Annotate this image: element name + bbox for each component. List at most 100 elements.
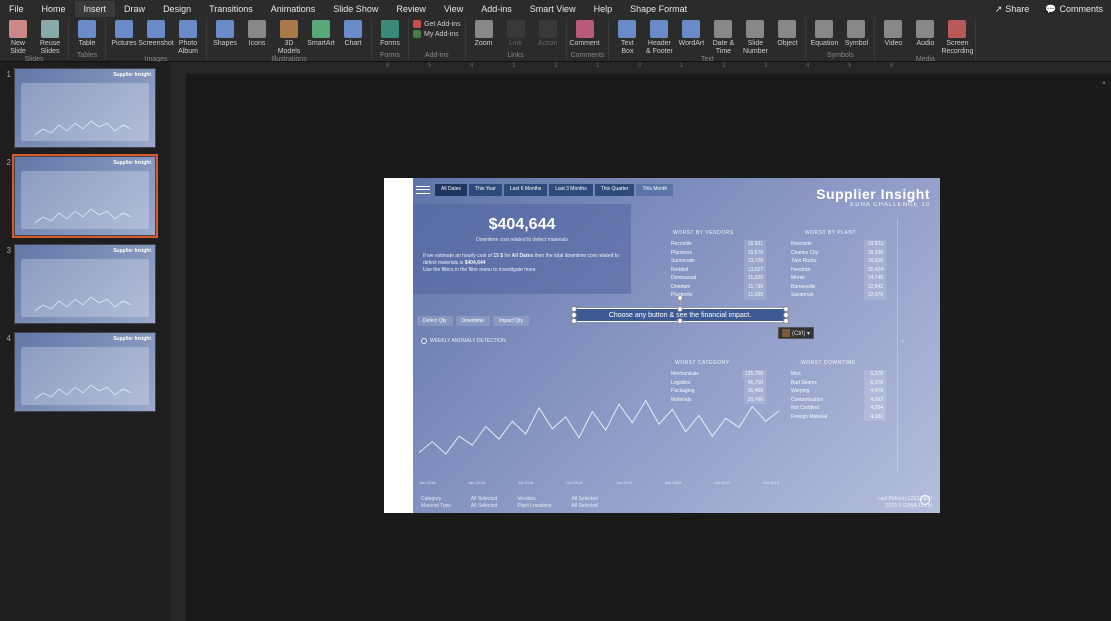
slide-thumbnail-2[interactable]: Supplier Insight bbox=[14, 156, 156, 236]
vertical-scrollbar[interactable]: ▴ bbox=[1099, 78, 1109, 619]
date-filter-tab[interactable]: Last 3 Months bbox=[549, 184, 592, 196]
ribbon-3d-models-button[interactable]: 3D Models bbox=[275, 20, 303, 55]
anomaly-chart bbox=[419, 393, 779, 475]
ribbon-wordart-button[interactable]: WordArt bbox=[677, 20, 705, 48]
ribbon-chart-button[interactable]: Chart bbox=[339, 20, 367, 48]
date-filter-tab[interactable]: This Quarter bbox=[595, 184, 635, 196]
selected-textbox[interactable]: Choose any button & see the financial im… bbox=[573, 308, 787, 322]
menu-tab-help[interactable]: Help bbox=[585, 1, 622, 17]
ribbon-pictures-button[interactable]: Pictures bbox=[110, 20, 138, 48]
date-filter-tab[interactable]: This Year bbox=[469, 184, 502, 196]
ribbon-group-label: Links bbox=[470, 51, 562, 59]
chevron-left-icon[interactable]: ‹ bbox=[902, 338, 904, 345]
slide-wrapper: All DatesThis YearLast 6 MonthsLast 3 Mo… bbox=[384, 178, 940, 513]
ribbon-video-button[interactable]: Video bbox=[879, 20, 907, 48]
ribbon-zoom-button[interactable]: Zoom bbox=[470, 20, 498, 48]
ribbon-reuse-slides-button[interactable]: Reuse Slides bbox=[36, 20, 64, 55]
menu-tab-add-ins[interactable]: Add-ins bbox=[472, 1, 521, 17]
slide-canvas-area[interactable]: 6543210123456 All DatesThis YearLast 6 M… bbox=[186, 62, 1111, 621]
ribbon-object-button[interactable]: Object bbox=[773, 20, 801, 48]
menu-tab-file[interactable]: File bbox=[0, 1, 33, 17]
ribbon-equation-button[interactable]: Equation bbox=[810, 20, 838, 48]
ruler-tick: 4 bbox=[806, 63, 809, 69]
menu-tab-home[interactable]: Home bbox=[33, 1, 75, 17]
ruler-tick: 2 bbox=[554, 63, 557, 69]
footer-column: All SelectedAll Selected bbox=[471, 496, 497, 509]
ribbon-audio-button[interactable]: Audio bbox=[911, 20, 939, 48]
downtime-list: Misc5,378Bad Seams5,178Warping4,479Conta… bbox=[791, 370, 886, 421]
axis-tick: Jan 2019 bbox=[616, 480, 632, 485]
ribbon-smartart-button[interactable]: SmartArt bbox=[307, 20, 335, 48]
dashboard-topbar: All DatesThis YearLast 6 MonthsLast 3 Mo… bbox=[413, 184, 673, 196]
info-icon[interactable]: i bbox=[920, 495, 930, 505]
resize-handle[interactable] bbox=[677, 318, 683, 324]
ribbon-shapes-button[interactable]: Shapes bbox=[211, 20, 239, 48]
metric-tab[interactable]: Impact Qty bbox=[493, 316, 529, 326]
ribbon-table-button[interactable]: Table bbox=[73, 20, 101, 48]
slide-thumbnail-1[interactable]: Supplier Insight bbox=[14, 68, 156, 148]
metric-tab[interactable]: Defect Qty bbox=[417, 316, 453, 326]
list-item: Dentowood11,929 bbox=[671, 274, 766, 283]
resize-handle[interactable] bbox=[571, 318, 577, 324]
ribbon-new-slide-button[interactable]: New Slide bbox=[4, 20, 32, 55]
list-item: Charles City18,298 bbox=[791, 249, 886, 258]
ribbon-my-add-ins-button[interactable]: My Add-ins bbox=[413, 30, 461, 38]
ruler-tick: 1 bbox=[680, 63, 683, 69]
menu-tab-shape-format[interactable]: Shape Format bbox=[621, 1, 696, 17]
ribbon-text-box-button[interactable]: Text Box bbox=[613, 20, 641, 55]
hamburger-icon[interactable] bbox=[416, 185, 430, 195]
slide[interactable]: All DatesThis YearLast 6 MonthsLast 3 Mo… bbox=[384, 178, 940, 513]
menu-tab-transitions[interactable]: Transitions bbox=[200, 1, 262, 17]
ribbon-header-footer-button[interactable]: Header & Footer bbox=[645, 20, 673, 55]
ribbon-symbol-button[interactable]: Symbol bbox=[842, 20, 870, 48]
resize-handle[interactable] bbox=[783, 318, 789, 324]
ribbon-action-button: Action bbox=[534, 20, 562, 48]
ribbon-forms-button[interactable]: Forms bbox=[376, 20, 404, 48]
list-item: Barnesville12,542 bbox=[791, 283, 886, 292]
ribbon-screen-recording-button[interactable]: Screen Recording bbox=[943, 20, 971, 55]
ribbon-screenshot-button[interactable]: Screenshot bbox=[142, 20, 170, 48]
menu-tab-smart-view[interactable]: Smart View bbox=[521, 1, 585, 17]
ribbon-group-label: Add-ins bbox=[413, 51, 461, 59]
comments-button[interactable]: 💬Comments bbox=[1037, 1, 1111, 18]
ribbon-photo-album-button[interactable]: Photo Album bbox=[174, 20, 202, 55]
slide-thumbnail-4[interactable]: Supplier Insight bbox=[14, 332, 156, 412]
list-item: Hendrick15,424 bbox=[791, 266, 886, 275]
ruler-tick: 6 bbox=[386, 63, 389, 69]
date-filter-tab[interactable]: Last 6 Months bbox=[504, 184, 547, 196]
resize-handle[interactable] bbox=[677, 306, 683, 312]
brand-subtitle: EDNA CHALLENGE 10 bbox=[816, 202, 930, 208]
menu-tab-animations[interactable]: Animations bbox=[262, 1, 325, 17]
slide-thumbnail-3[interactable]: Supplier Insight bbox=[14, 244, 156, 324]
date-filter-tab[interactable]: This Month bbox=[636, 184, 673, 196]
date-filter-tab[interactable]: All Dates bbox=[435, 184, 467, 196]
ribbon-date-time-button[interactable]: Date & Time bbox=[709, 20, 737, 55]
ribbon-get-add-ins-button[interactable]: Get Add-ins bbox=[413, 20, 461, 28]
list-item: Savannah12,379 bbox=[791, 291, 886, 300]
axis-tick: Oct 2018 bbox=[566, 480, 582, 485]
share-button[interactable]: ↗Share bbox=[987, 1, 1038, 18]
scroll-up-icon[interactable]: ▴ bbox=[1099, 78, 1109, 86]
vendors-list: Recontile16,501Plumtone15,579Sunnovate13… bbox=[671, 240, 766, 300]
kpi-card: $404,644 Downtime cost related to defect… bbox=[413, 204, 631, 294]
ribbon-comment-button[interactable]: Comment bbox=[571, 20, 599, 48]
list-item: Plumtone15,579 bbox=[671, 249, 766, 258]
ribbon-slide-number-button[interactable]: Slide Number bbox=[741, 20, 769, 55]
axis-tick: Apr 2019 bbox=[665, 480, 681, 485]
ribbon-group-label: Tables bbox=[73, 51, 101, 59]
menu-tab-design[interactable]: Design bbox=[154, 1, 200, 17]
menu-tab-insert[interactable]: Insert bbox=[75, 1, 116, 17]
paste-options-button[interactable]: (Ctrl) ▾ bbox=[778, 327, 814, 339]
ribbon-icons-button[interactable]: Icons bbox=[243, 20, 271, 48]
footer-column: VendorsPlant Locations bbox=[517, 496, 551, 509]
menu-tab-draw[interactable]: Draw bbox=[115, 1, 154, 17]
menu-tab-review[interactable]: Review bbox=[387, 1, 435, 17]
arrow-up-icon: ↗ bbox=[995, 4, 1003, 15]
footer-column: All SelectedAll Selected bbox=[572, 496, 598, 509]
vertical-ruler bbox=[170, 62, 186, 621]
menu-tab-view[interactable]: View bbox=[435, 1, 472, 17]
list-item: Recontile16,501 bbox=[671, 240, 766, 249]
metric-tab[interactable]: Downtime bbox=[456, 316, 490, 326]
list-item: Mechanicals125,758 bbox=[671, 370, 766, 379]
menu-tab-slide-show[interactable]: Slide Show bbox=[324, 1, 387, 17]
